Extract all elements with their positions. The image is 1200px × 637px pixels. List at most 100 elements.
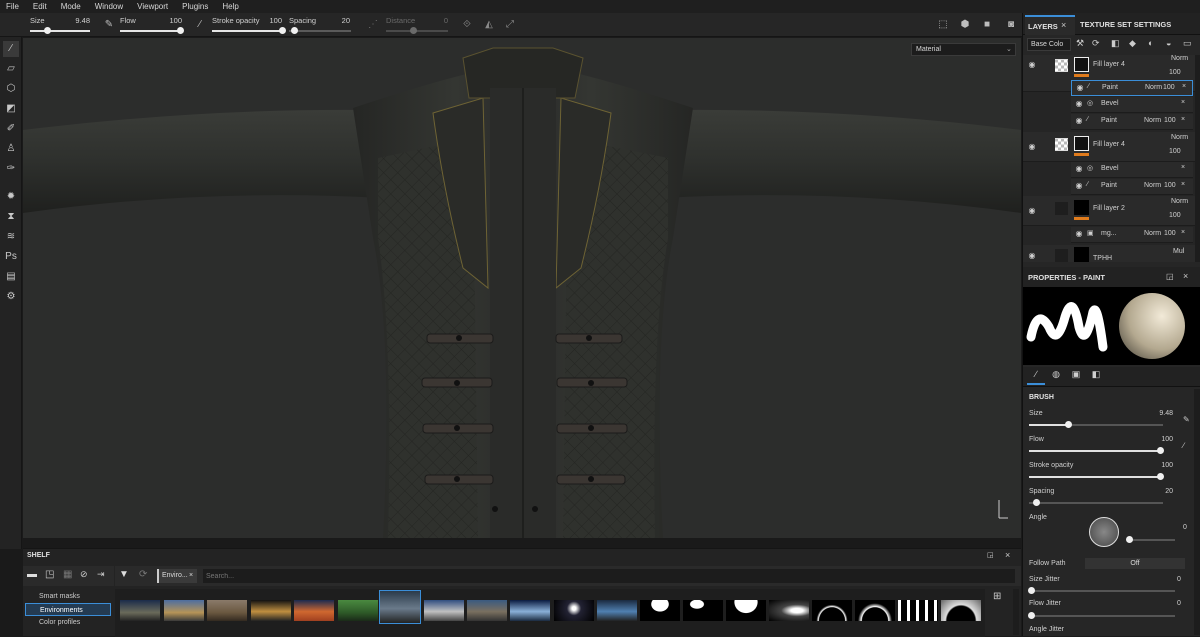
shelf-scrollbar[interactable] [1013,589,1019,635]
add-paint-layer-icon[interactable]: ◒ [1166,38,1171,48]
blend-mode[interactable]: Norm [1144,182,1161,189]
layer-opacity[interactable]: 100 [1164,117,1176,124]
size-slider-handle[interactable] [44,27,51,34]
follow-path-toggle[interactable]: Off [1085,558,1185,569]
chevron-down-icon[interactable]: ⌄ [1006,45,1012,53]
eye-icon[interactable]: ◉ [1027,60,1037,70]
stroke-opacity-slider-handle[interactable] [279,27,286,34]
add-effect-icon[interactable]: ⟳ [1092,38,1100,49]
menu-file[interactable]: File [6,2,19,11]
prop-spacing-slider[interactable] [1029,502,1163,504]
brush-pressure-icon[interactable]: ✎ [102,18,116,32]
document-icon[interactable]: ▤ [3,269,19,285]
layer-opacity[interactable]: 100 [1163,84,1175,91]
blend-mode[interactable]: Norm [1171,55,1188,62]
refresh-icon[interactable]: ⟳ [139,569,147,580]
category-environments[interactable]: Environments [25,603,111,616]
blend-mode[interactable]: Norm [1171,198,1188,205]
close-icon[interactable]: × [1181,116,1185,123]
flow-slider[interactable] [120,30,182,32]
eye-icon[interactable]: ◉ [1027,206,1037,216]
hourglass-icon[interactable]: ⧗ [3,209,19,225]
layer-opacity[interactable]: 100 [1169,148,1181,155]
mirror-icon[interactable]: ◭ [482,18,496,32]
layers-stack-icon[interactable]: ≋ [3,229,19,245]
undock-icon[interactable]: ◲ [1166,272,1174,281]
layer-row[interactable]: ◉ ∕ Paint Norm 100 × [1071,114,1193,130]
layer-opacity[interactable]: 100 [1164,182,1176,189]
menu-plugins[interactable]: Plugins [182,2,208,11]
environment-thumbnail[interactable] [120,600,160,621]
folder-icon[interactable]: ▬ [27,569,37,580]
environment-thumbnail[interactable] [164,600,204,621]
close-icon[interactable]: × [1181,99,1185,106]
fill-icon[interactable]: ◆ [1129,38,1136,49]
close-icon[interactable]: × [1061,20,1066,30]
prop-size-value[interactable]: 9.48 [1145,410,1173,417]
prop-size-slider[interactable] [1029,424,1069,426]
grid-view-icon[interactable]: ⊞ [993,591,1001,602]
filter-tag[interactable]: Enviro... × [157,569,197,583]
flow-slider-handle[interactable] [177,27,184,34]
material-tab-icon[interactable]: ◧ [1087,369,1105,385]
prop-size-jitter-slider[interactable] [1029,590,1175,592]
close-icon[interactable]: × [1183,271,1188,281]
geometry-mask-icon[interactable]: ◩ [3,101,19,117]
eraser-icon[interactable]: ▱ [3,61,19,77]
hide-icon[interactable]: ⊘ [80,569,88,580]
display-mode-icon[interactable]: ⬢ [958,18,972,32]
environment-thumbnail[interactable] [640,600,680,621]
close-icon[interactable]: × [1005,550,1010,560]
blend-mode[interactable]: Norm [1144,117,1161,124]
distance-slider-handle[interactable] [410,27,417,34]
properties-scrollbar[interactable] [1194,389,1200,635]
environment-thumbnail[interactable] [294,600,334,621]
shelf-search-input[interactable] [203,569,1015,583]
layer-row[interactable]: ◉ ◎ Bevel × [1071,97,1193,113]
alpha-tab-icon[interactable]: ◍ [1047,369,1065,385]
import-icon[interactable]: ⇥ [97,569,105,580]
prop-spacing-slider-handle[interactable] [1033,499,1040,506]
channel-select[interactable]: Base Colo [1027,38,1071,51]
blend-mode[interactable]: Mul [1173,248,1184,255]
layer-row[interactable]: ◉ ◎ Bevel × [1071,162,1193,178]
lazy-mouse-icon[interactable]: ⋰ [366,18,380,32]
spacing-slider-handle[interactable] [291,27,298,34]
layer-row[interactable]: ◉ TPHH Mul [1023,245,1195,262]
environment-thumbnail[interactable] [424,600,464,621]
angle-dial[interactable] [1089,517,1119,547]
prop-size-jitter-slider-handle[interactable] [1028,587,1035,594]
prop-spacing-value[interactable]: 20 [1145,488,1173,495]
layer-row-selected[interactable]: ◉ ∕ Paint Norm 100 × [1071,80,1193,96]
environment-thumbnail[interactable] [683,600,723,621]
filter-icon[interactable]: ⚒ [1076,38,1084,49]
3d-viewport[interactable] [23,38,1021,538]
close-icon[interactable]: × [189,569,193,583]
stencil-tab-icon[interactable]: ▣ [1067,369,1085,385]
menu-viewport[interactable]: Viewport [137,2,168,11]
layer-row[interactable]: ◉ Fill layer 2 Norm 100 [1023,196,1195,226]
camera-icon[interactable]: ■ [980,18,994,32]
filter-icon[interactable]: ▼ [119,569,129,580]
spacing-slider[interactable] [289,30,351,32]
pressure-icon[interactable]: ✎ [1183,415,1190,424]
layer-row[interactable]: ◉ ∕ Paint Norm 100 × [1071,179,1193,195]
eye-icon[interactable]: ◉ [1074,99,1084,109]
spacing-value[interactable]: 20 [320,16,350,25]
blend-mode[interactable]: Norm [1171,134,1188,141]
layer-scrollbar[interactable] [1195,55,1200,262]
prop-flow-slider-handle[interactable] [1157,447,1164,454]
prop-stroke-opacity-value[interactable]: 100 [1145,462,1173,469]
prop-flow-slider[interactable] [1029,450,1163,452]
flow-pen-icon[interactable]: ∕ [1183,441,1184,450]
close-icon[interactable]: × [1181,229,1185,236]
eye-icon[interactable]: ◉ [1074,164,1084,174]
close-icon[interactable]: × [1182,83,1186,90]
add-folder-icon[interactable]: ▭ [1183,38,1192,49]
close-icon[interactable]: × [1181,181,1185,188]
environment-thumbnail[interactable] [554,600,594,621]
stroke-opacity-slider[interactable] [212,30,284,32]
stroke-opacity-value[interactable]: 100 [252,16,282,25]
tab-layers[interactable]: LAYERS [1025,15,1075,35]
size-slider[interactable] [30,30,90,32]
